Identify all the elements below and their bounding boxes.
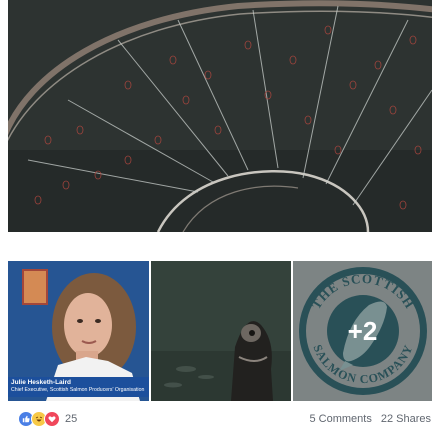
engagement-stats: 5 Comments 22 Shares <box>309 413 431 425</box>
speaker-name: Julie Hesketh-Laird <box>11 379 71 386</box>
reactions-count: 25 <box>65 413 78 425</box>
video-lower-third: Julie Hesketh-Laird Chief Executive, Sco… <box>8 377 149 397</box>
underwater-salmon-photo <box>151 261 291 401</box>
reactions-summary[interactable]: 25 <box>8 411 77 427</box>
post-footer: 25 5 Comments 22 Shares <box>8 406 431 432</box>
photo-thumbnail-more[interactable]: THE SCOTTISH SALMON COMPANY +2 <box>293 261 432 401</box>
speaker-title: Chief Executive, Scottish Salmon Produce… <box>11 387 145 393</box>
more-photos-count: +2 <box>347 315 378 346</box>
photo-thumbnail-underwater[interactable] <box>151 261 291 401</box>
photo-thumbnail-interview[interactable]: Julie Hesketh-Laird Chief Executive, Sco… <box>8 261 149 401</box>
main-photo[interactable] <box>8 0 432 232</box>
love-icon <box>44 411 60 427</box>
shares-link[interactable]: 22 Shares <box>381 413 431 425</box>
comments-link[interactable]: 5 Comments <box>309 413 371 425</box>
salmon-pen-net-photo <box>8 0 432 232</box>
